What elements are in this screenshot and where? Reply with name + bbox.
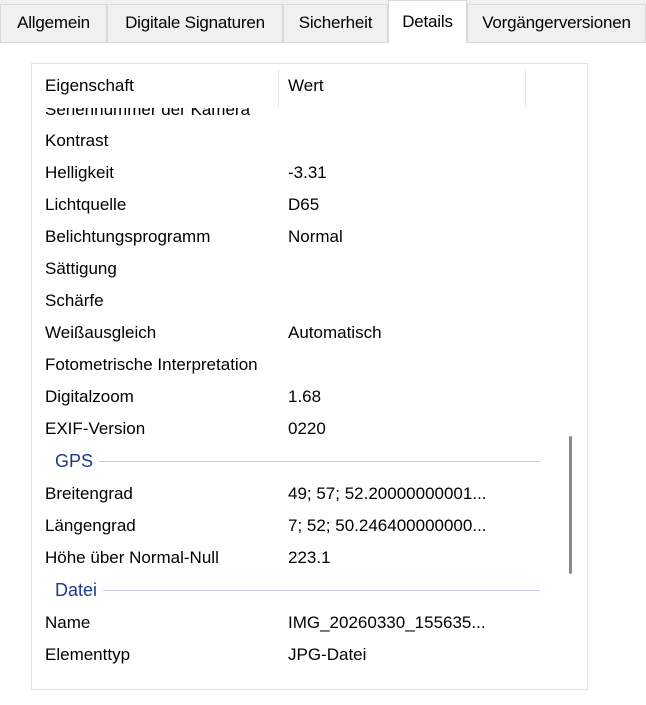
column-header-wert[interactable]: Wert: [275, 64, 525, 108]
property-name: Name: [45, 613, 91, 632]
group-header-datei[interactable]: Datei: [32, 574, 558, 606]
property-value: Automatisch: [288, 323, 382, 342]
list-item[interactable]: EXIF-Version 0220: [32, 413, 558, 445]
list-column-header: Eigenschaft Wert: [32, 64, 558, 108]
list-item[interactable]: Weißausgleich Automatisch: [32, 317, 558, 349]
property-value: JPG-Datei: [288, 645, 367, 664]
property-value: -3.31: [288, 163, 327, 182]
property-value: 0220: [288, 419, 326, 438]
property-value: 1.68: [288, 387, 322, 406]
group-divider: [55, 461, 540, 462]
property-name: Schärfe: [45, 291, 104, 310]
property-name: Fotometrische Interpretation: [45, 355, 258, 374]
property-name: Breitengrad: [45, 484, 133, 503]
list-item[interactable]: Lichtquelle D65: [32, 189, 558, 221]
list-item[interactable]: Fotometrische Interpretation: [32, 349, 558, 381]
list-item[interactable]: Digitalzoom 1.68: [32, 381, 558, 413]
list-item[interactable]: Breitengrad 49; 57; 52.20000000001...: [32, 478, 558, 510]
details-panel: Seriennummer der Kamera Kontrast Helligk…: [0, 42, 646, 705]
property-value: D65: [288, 195, 320, 214]
property-name: Sättigung: [45, 259, 117, 278]
tab-allgemein[interactable]: Allgemein: [0, 4, 107, 42]
group-divider: [55, 590, 540, 591]
list-item[interactable]: Belichtungsprogramm Normal: [32, 221, 558, 253]
property-name: Helligkeit: [45, 163, 114, 182]
column-header-eigenschaft[interactable]: Eigenschaft: [32, 64, 278, 108]
tab-details[interactable]: Details: [388, 0, 467, 44]
tab-vorgaengerversionen[interactable]: Vorgängerversionen: [467, 4, 646, 42]
file-properties-dialog: Allgemein Digitale Signaturen Sicherheit…: [0, 0, 646, 705]
property-value: IMG_20260330_155635...: [288, 613, 486, 632]
property-name: Kontrast: [45, 131, 109, 150]
vertical-scrollbar[interactable]: [557, 64, 587, 689]
property-value: Normal: [288, 227, 343, 246]
list-item[interactable]: Höhe über Normal-Null 223.1: [32, 542, 558, 574]
property-name: Weißausgleich: [45, 323, 157, 342]
property-name: EXIF-Version: [45, 419, 146, 438]
column-divider[interactable]: [525, 70, 526, 108]
property-name: Lichtquelle: [45, 195, 127, 214]
group-label: GPS: [55, 445, 100, 477]
properties-list-body: Seriennummer der Kamera Kontrast Helligk…: [32, 88, 558, 689]
property-value: 223.1: [288, 548, 331, 567]
tab-digitale-signaturen[interactable]: Digitale Signaturen: [107, 4, 283, 42]
tab-bar: Allgemein Digitale Signaturen Sicherheit…: [0, 0, 646, 44]
list-item[interactable]: Elementtyp JPG-Datei: [32, 639, 558, 671]
list-item[interactable]: Längengrad 7; 52; 50.246400000000...: [32, 510, 558, 542]
group-label: Datei: [55, 574, 104, 606]
tab-sicherheit[interactable]: Sicherheit: [283, 4, 388, 42]
property-name: Digitalzoom: [45, 387, 134, 406]
properties-list[interactable]: Seriennummer der Kamera Kontrast Helligk…: [31, 63, 588, 690]
list-item[interactable]: Kontrast: [32, 125, 558, 157]
scroll-thumb[interactable]: [569, 436, 572, 574]
list-item[interactable]: Sättigung: [32, 253, 558, 285]
property-name: Belichtungsprogramm: [45, 227, 211, 246]
property-name: Längengrad: [45, 516, 136, 535]
property-value: 49; 57; 52.20000000001...: [288, 484, 487, 503]
property-name: Elementtyp: [45, 645, 131, 664]
group-header-gps[interactable]: GPS: [32, 445, 558, 477]
list-item[interactable]: Helligkeit -3.31: [32, 157, 558, 189]
list-item[interactable]: Schärfe: [32, 285, 558, 317]
property-name: Höhe über Normal-Null: [45, 548, 219, 567]
property-value: 7; 52; 50.246400000000...: [288, 516, 487, 535]
list-item[interactable]: Name IMG_20260330_155635...: [32, 607, 558, 639]
